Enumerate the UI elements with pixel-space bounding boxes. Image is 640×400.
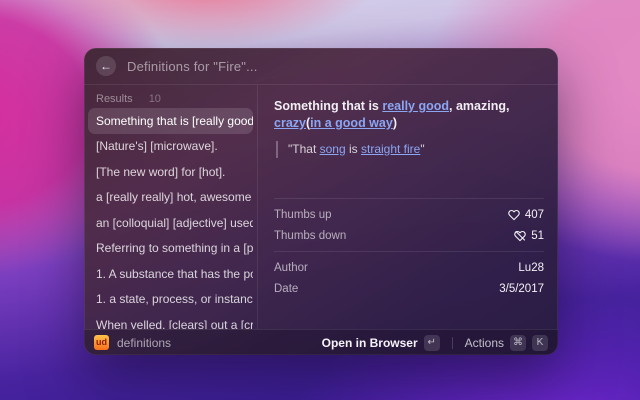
window-body: Results 10 Something that is [really good…	[84, 85, 558, 329]
list-item[interactable]: [The new word] for [hot].	[88, 159, 253, 185]
heart-icon	[508, 209, 520, 221]
list-item[interactable]: Something that is [really good], ama...	[88, 108, 253, 134]
list-item[interactable]: When yelled, [clears] out a [crowded...	[88, 312, 253, 329]
actions-label: Actions	[464, 335, 504, 350]
action-bar: ud definitions Open in Browser ↵ Actions…	[84, 329, 558, 355]
command-keycap: ⌘	[510, 334, 526, 351]
list-item[interactable]: [Nature's] [microwave].	[88, 134, 253, 160]
heart-off-icon	[514, 230, 526, 242]
k-keycap: K	[532, 334, 548, 351]
list-item[interactable]: 1. A substance that has the power t...	[88, 261, 253, 287]
inline-link[interactable]: song	[320, 142, 346, 156]
open-in-browser-button[interactable]: Open in Browser ↵	[321, 334, 440, 351]
window-header: ← Definitions for "Fire"...	[84, 48, 558, 85]
metadata-row-thumbs-up: Thumbs up 407	[274, 204, 544, 225]
window-title: Definitions for "Fire"...	[127, 58, 258, 74]
date-value: 3/5/2017	[499, 282, 544, 295]
detail-pane: Something that is really good, amazing, …	[258, 85, 558, 329]
thumbs-down-label: Thumbs down	[274, 229, 347, 242]
inline-link[interactable]: really good	[382, 99, 449, 113]
urban-dictionary-icon: ud	[94, 335, 109, 350]
actions-button[interactable]: Actions ⌘ K	[464, 334, 548, 351]
metadata-row-date: Date 3/5/2017	[274, 278, 544, 299]
thumbs-down-value: 51	[531, 229, 544, 242]
author-value: Lu28	[518, 261, 544, 274]
list-item[interactable]: an [colloquial] [adjective] used to de..…	[88, 210, 253, 236]
inline-link[interactable]: straight fire	[361, 142, 420, 156]
metadata-section: Thumbs up 407 Thumbs down 51 Author Lu28…	[274, 193, 544, 329]
open-in-browser-label: Open in Browser	[321, 335, 418, 350]
example-quote: "That song is straight fire"	[276, 140, 544, 158]
metadata-row-thumbs-down: Thumbs down 51	[274, 225, 544, 246]
list-item[interactable]: Referring to something in a [positive...	[88, 236, 253, 262]
inline-link[interactable]: crazy	[274, 116, 306, 130]
list-item[interactable]: a [really really] hot, awesome or ama...	[88, 185, 253, 211]
thumbs-up-label: Thumbs up	[274, 208, 332, 221]
results-count: 10	[148, 93, 161, 105]
results-label: Results	[96, 93, 133, 105]
author-label: Author	[274, 261, 308, 274]
launcher-window: ← Definitions for "Fire"... Results 10 So…	[84, 48, 558, 355]
results-section-header: Results 10	[96, 93, 253, 105]
back-button[interactable]: ←	[96, 56, 116, 76]
results-list: Results 10 Something that is [really good…	[84, 85, 258, 329]
extension-name: definitions	[117, 335, 172, 350]
date-label: Date	[274, 282, 299, 295]
thumbs-up-value: 407	[524, 208, 544, 221]
metadata-row-author: Author Lu28	[274, 257, 544, 278]
divider	[274, 251, 544, 252]
enter-keycap: ↵	[423, 334, 440, 351]
divider	[451, 336, 453, 349]
divider	[274, 198, 544, 199]
inline-link[interactable]: in a good way	[310, 116, 393, 130]
list-item[interactable]: 1. a state, process, or instance of [co.…	[88, 287, 253, 313]
definition-text: Something that is really good, amazing, …	[274, 99, 510, 130]
